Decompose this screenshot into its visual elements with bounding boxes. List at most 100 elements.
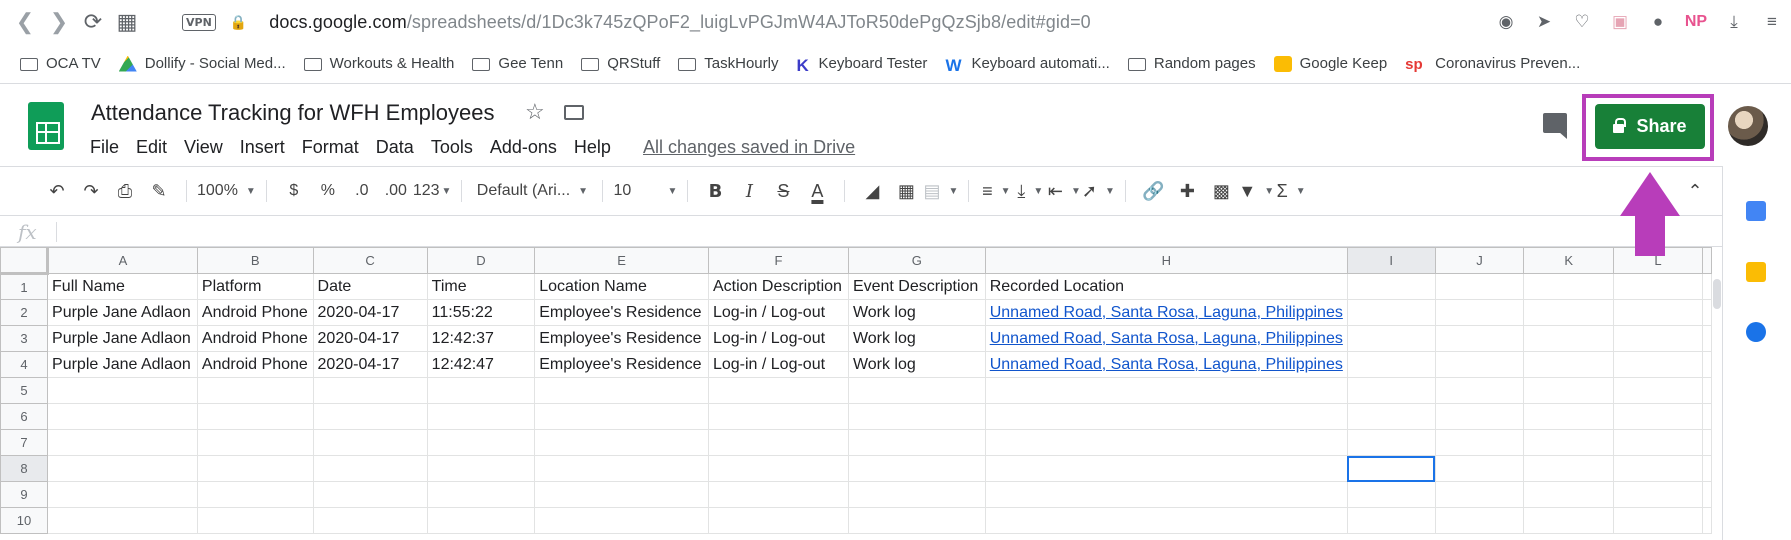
menu-item-edit[interactable]: Edit	[136, 137, 167, 158]
cube-icon[interactable]: ▣	[1601, 12, 1639, 32]
np-extension-icon[interactable]: NP	[1677, 13, 1715, 31]
cell[interactable]: Android Phone	[196, 351, 314, 378]
cell[interactable]: Employee's Residence	[534, 351, 709, 378]
bookmark-item[interactable]: Workouts & Health	[303, 55, 454, 72]
cell[interactable]	[196, 507, 314, 534]
cell[interactable]	[1346, 455, 1436, 482]
bold-button[interactable]: B	[698, 176, 732, 206]
italic-button[interactable]: I	[732, 176, 766, 206]
vpn-badge[interactable]: VPN	[182, 13, 216, 31]
cell[interactable]: Purple Jane Adlaon	[47, 299, 198, 326]
cell[interactable]	[1612, 377, 1704, 404]
print-icon[interactable]: ⎙	[108, 176, 142, 206]
cell[interactable]	[984, 403, 1348, 430]
cell[interactable]	[1434, 403, 1525, 430]
merge-cells-icon[interactable]: ▤ ▼	[923, 176, 958, 206]
insert-chart-icon[interactable]: ▩	[1204, 176, 1238, 206]
cell[interactable]: 2020-04-17	[312, 351, 428, 378]
column-header-k[interactable]: K	[1523, 247, 1614, 274]
cell[interactable]	[1346, 403, 1436, 430]
cell[interactable]: 2020-04-17	[312, 299, 428, 326]
calendar-icon[interactable]	[1746, 201, 1766, 221]
cell[interactable]	[1346, 481, 1436, 508]
cell[interactable]	[1523, 429, 1614, 456]
cell[interactable]	[1702, 273, 1712, 300]
column-header-g[interactable]: G	[847, 247, 986, 274]
cell[interactable]	[1612, 507, 1704, 534]
bookmark-item[interactable]: TaskHourly	[678, 55, 778, 72]
cell[interactable]	[847, 377, 986, 404]
cell[interactable]: Work log	[847, 325, 986, 352]
decrease-decimal-button[interactable]: .0	[345, 176, 379, 206]
cell[interactable]	[1346, 325, 1436, 352]
cell[interactable]: 12:42:47	[426, 351, 536, 378]
text-color-button[interactable]: A	[800, 176, 834, 206]
menu-item-add-ons[interactable]: Add-ons	[490, 137, 557, 158]
cell[interactable]	[1612, 403, 1704, 430]
redo-icon[interactable]: ↷	[74, 176, 108, 206]
cell[interactable]	[1346, 429, 1436, 456]
cell[interactable]	[1434, 299, 1525, 326]
cell[interactable]	[47, 481, 198, 508]
cell[interactable]	[1702, 377, 1712, 404]
cell[interactable]: Unnamed Road, Santa Rosa, Laguna, Philip…	[984, 325, 1348, 352]
cell[interactable]	[196, 403, 314, 430]
column-header-e[interactable]: E	[534, 247, 709, 274]
bookmark-item[interactable]: QRStuff	[581, 55, 660, 72]
cell[interactable]: Purple Jane Adlaon	[47, 351, 198, 378]
cell[interactable]	[984, 507, 1348, 534]
row-header[interactable]: 8	[0, 455, 49, 482]
cell[interactable]	[1523, 351, 1614, 378]
cell[interactable]	[312, 455, 428, 482]
cell[interactable]: Action Description	[707, 273, 849, 300]
collapse-toolbar-icon[interactable]: ⌃	[1678, 176, 1712, 206]
column-header-h[interactable]: H	[984, 247, 1348, 274]
robot-icon[interactable]: ●	[1639, 12, 1677, 32]
cell[interactable]	[1523, 377, 1614, 404]
row-header[interactable]: 1	[0, 273, 49, 300]
menu-icon[interactable]: ≡	[1753, 12, 1791, 32]
cell[interactable]	[984, 429, 1348, 456]
cell[interactable]	[196, 481, 314, 508]
bookmark-item[interactable]: Gee Tenn	[472, 55, 563, 72]
cell[interactable]	[534, 507, 709, 534]
cell[interactable]	[312, 403, 428, 430]
cell[interactable]: Employee's Residence	[534, 325, 709, 352]
cell[interactable]	[1702, 299, 1712, 326]
vertical-scrollbar[interactable]	[1712, 277, 1722, 540]
row-header[interactable]: 3	[0, 325, 49, 352]
cell[interactable]	[1434, 351, 1525, 378]
menu-item-file[interactable]: File	[90, 137, 119, 158]
font-select[interactable]: Default (Ari... ▼	[472, 176, 592, 206]
column-header-d[interactable]: D	[426, 247, 536, 274]
comments-icon[interactable]	[1543, 113, 1567, 139]
cell[interactable]: Unnamed Road, Santa Rosa, Laguna, Philip…	[984, 351, 1348, 378]
cell[interactable]	[1434, 273, 1525, 300]
cell[interactable]	[312, 429, 428, 456]
cell[interactable]	[1612, 299, 1704, 326]
cell[interactable]	[426, 429, 536, 456]
paint-format-icon[interactable]: ✎	[142, 176, 176, 206]
cell[interactable]: 2020-04-17	[312, 325, 428, 352]
cell[interactable]	[47, 455, 198, 482]
cell[interactable]	[847, 481, 986, 508]
cell[interactable]	[984, 481, 1348, 508]
cell[interactable]	[534, 377, 709, 404]
cell[interactable]	[1702, 325, 1712, 352]
cell[interactable]	[1523, 507, 1614, 534]
secure-lock-icon[interactable]: 🔒	[230, 14, 247, 31]
share-button[interactable]: Share	[1595, 104, 1705, 149]
row-header[interactable]: 7	[0, 429, 49, 456]
text-rotation-icon[interactable]: ➚ ▼	[1081, 176, 1115, 206]
cell[interactable]	[1702, 403, 1712, 430]
currency-button[interactable]: $	[277, 176, 311, 206]
cell[interactable]	[1612, 351, 1704, 378]
menu-item-format[interactable]: Format	[302, 137, 359, 158]
menu-item-insert[interactable]: Insert	[240, 137, 285, 158]
forward-icon[interactable]: ❯	[42, 5, 76, 39]
percent-button[interactable]: %	[311, 176, 345, 206]
cell[interactable]	[1523, 299, 1614, 326]
download-icon[interactable]: ⤓	[1715, 12, 1753, 32]
cell[interactable]	[47, 403, 198, 430]
cell[interactable]	[47, 507, 198, 534]
